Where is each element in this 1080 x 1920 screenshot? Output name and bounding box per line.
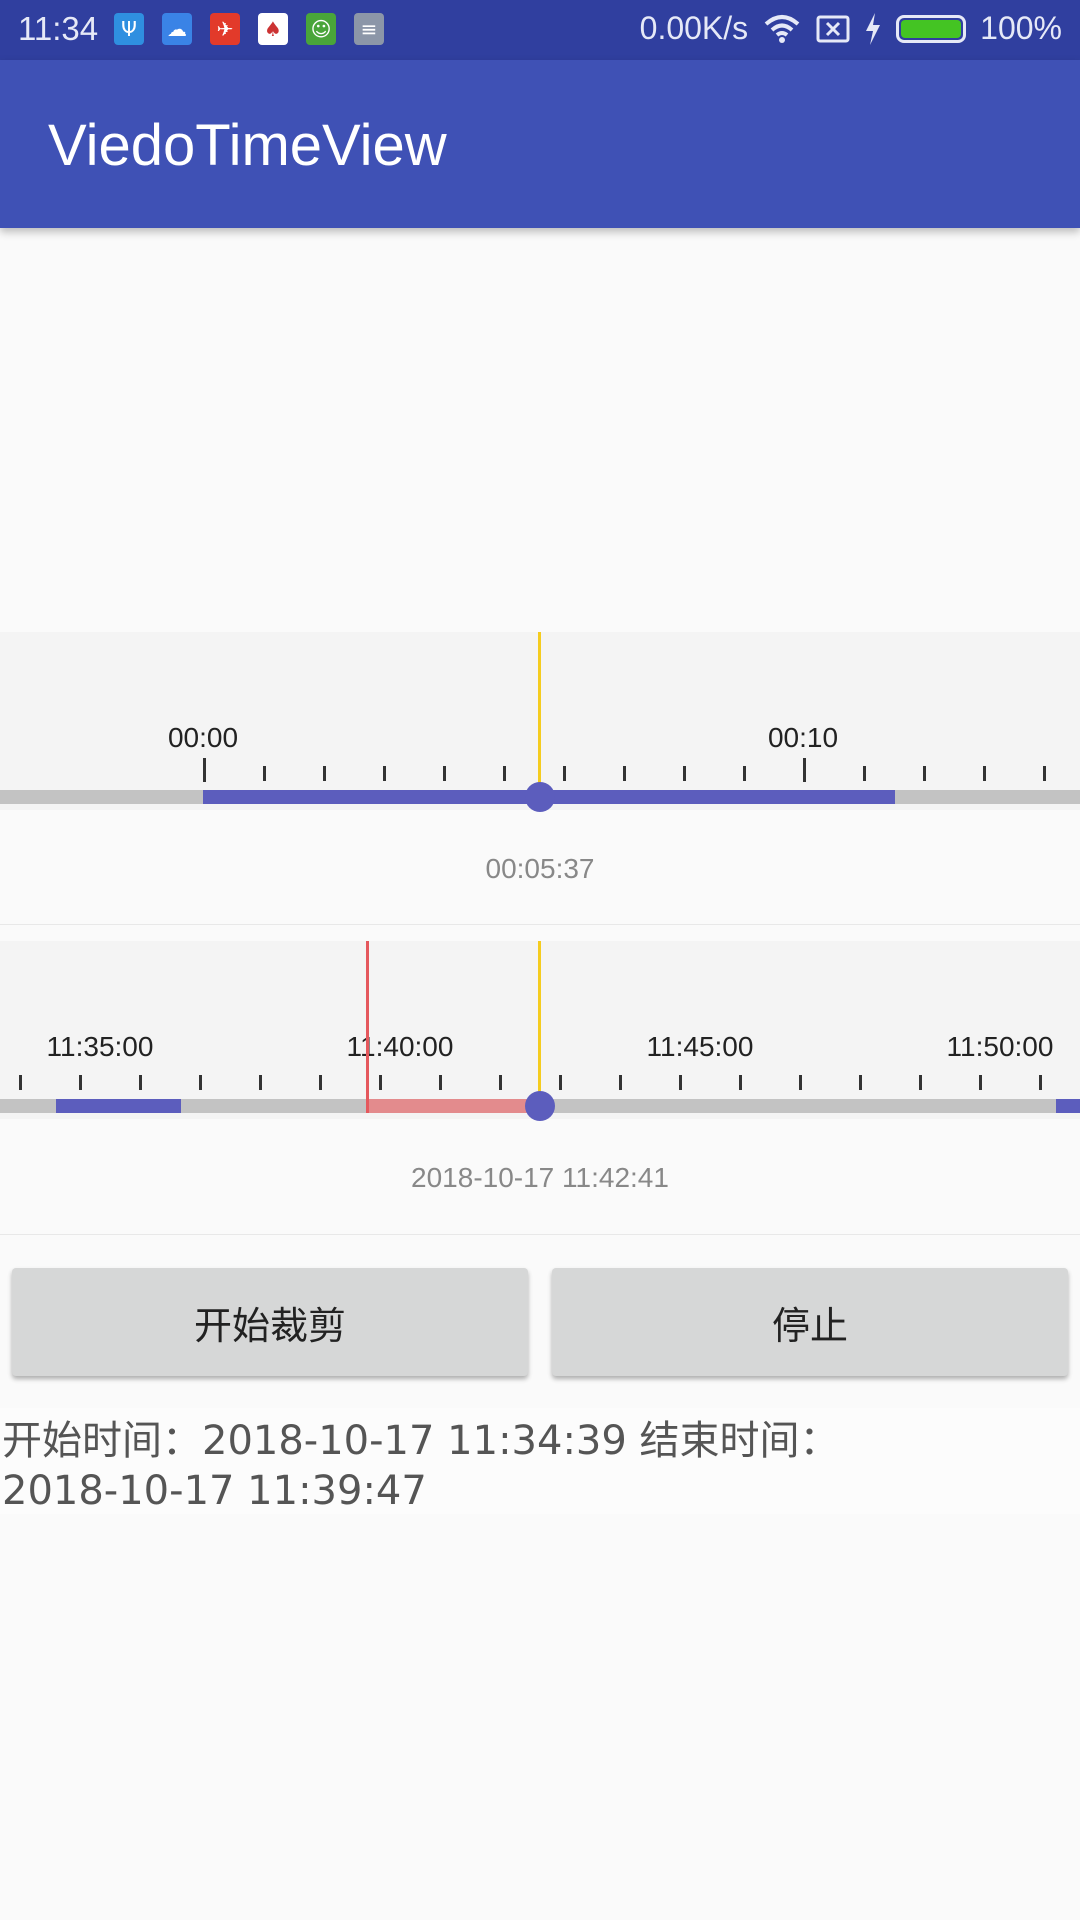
tick-mark [919,1075,922,1090]
tick-mark [739,1075,742,1090]
tick-label: 11:40:00 [346,1031,454,1062]
tick-mark [323,766,326,781]
tick-mark [803,758,806,782]
tick-label: 00:10 [767,722,839,753]
cloud-icon: ☁ [162,13,192,45]
tick-label: 11:35:00 [46,1031,154,1062]
tick-mark [619,1075,622,1090]
tick-mark [563,766,566,781]
app-title: ViedoTimeView [48,113,447,178]
tick-mark [683,766,686,781]
divider [0,1234,1080,1235]
video-timeline[interactable]: 00:00 00:10 [0,632,1080,812]
tick-label: 11:45:00 [646,1031,754,1062]
tick-mark [559,1075,562,1090]
tick-mark [319,1075,322,1090]
net-speed: 0.00K/s [639,10,749,46]
tick-mark [263,766,266,781]
tick-mark [439,1075,442,1090]
notes-icon: ≡ [354,13,384,45]
timeline-handle[interactable] [525,782,555,812]
tick-mark [1043,766,1046,781]
tick-mark [379,1075,382,1090]
divider [0,924,1080,925]
charging-icon [866,12,881,45]
tick-mark [863,766,866,781]
result-line: 2018-10-17 11:39:47 [2,1468,427,1514]
app-bar: ViedoTimeView [0,60,1080,228]
tick-mark [1039,1075,1042,1090]
status-bar: 11:34 Ψ ☁ ✈ ♠ ☺ ≡ 0.00K/s 100% [0,0,1080,60]
tick-mark [979,1075,982,1090]
video-current-time: 00:05:37 [485,853,595,884]
clip-start-marker [366,941,369,1113]
tick-mark [259,1075,262,1090]
notification-icons: Ψ ☁ ✈ ♠ ☺ ≡ [114,13,384,45]
tick-mark [623,766,626,781]
result-line: 开始时间：2018-10-17 11:34:39 结束时间： [2,1418,840,1464]
tick-mark [499,1075,502,1090]
tick-mark [79,1075,82,1090]
clock-timeline[interactable]: 11:35:00 11:40:00 11:45:00 11:50:00 [0,941,1080,1121]
tick-mark [503,766,506,781]
clip-result: 开始时间：2018-10-17 11:34:39 结束时间： 2018-10-1… [0,1408,1080,1514]
tick-mark [799,1075,802,1090]
tick-mark [199,1075,202,1090]
sim-off-icon [816,15,850,42]
tick-mark [203,758,206,782]
tick-mark [443,766,446,781]
clip-range [367,1099,538,1113]
app-red-icon: ✈ [210,13,240,45]
usb-icon: Ψ [114,13,144,45]
battery-icon [896,14,967,43]
tick-mark [983,766,986,781]
clock-current-time: 2018-10-17 11:42:41 [411,1162,669,1193]
wifi-icon [764,14,800,43]
recorded-segment [1056,1099,1080,1113]
start-clip-button[interactable]: 开始裁剪 [12,1268,528,1376]
battery-level: 100% [980,10,1062,46]
tick-mark [383,766,386,781]
tick-mark [923,766,926,781]
tick-mark [679,1075,682,1090]
tick-label: 00:00 [167,722,239,753]
tick-mark [139,1075,142,1090]
status-right: 0.00K/s 100% [640,10,1062,47]
status-time: 11:34 [18,10,99,47]
recorded-segment [56,1099,181,1113]
tick-label: 11:50:00 [946,1031,1054,1062]
card-icon: ♠ [258,13,288,45]
frog-icon: ☺ [306,13,336,45]
tick-mark [19,1075,22,1090]
stop-button[interactable]: 停止 [552,1268,1068,1376]
tick-mark [859,1075,862,1090]
timeline-handle[interactable] [525,1091,555,1121]
tick-mark [743,766,746,781]
